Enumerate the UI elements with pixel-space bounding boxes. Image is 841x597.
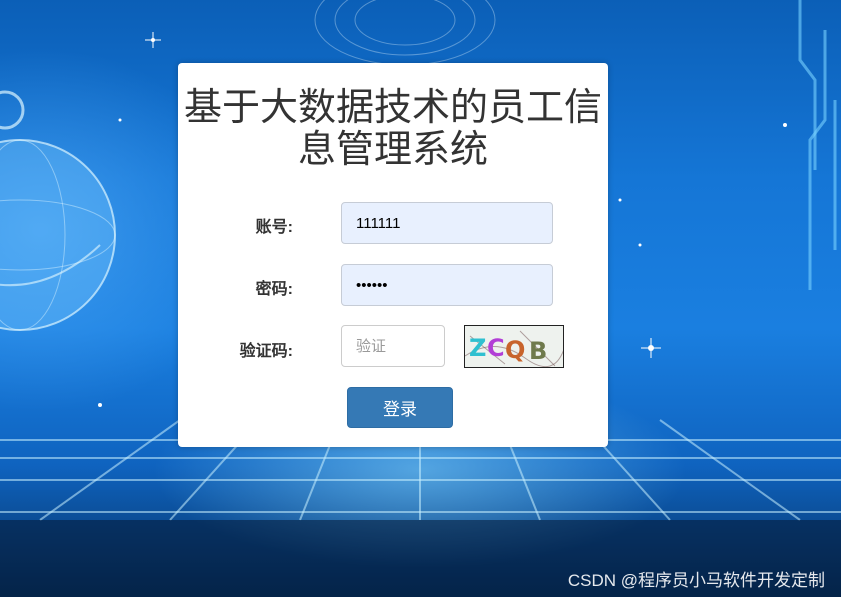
login-panel: 基于大数据技术的员工信 息管理系统 账号: 密码: 验证码: Z C Q B 登… (178, 63, 608, 447)
captcha-input[interactable] (341, 325, 445, 367)
page-title-line1: 基于大数据技术的员工信 (184, 87, 603, 129)
captcha-char-3: Q (505, 336, 525, 364)
captcha-char-1: Z (469, 334, 486, 362)
captcha-graphic: Z C Q B (465, 330, 563, 367)
globe-decoration (0, 90, 116, 331)
login-button[interactable]: 登录 (347, 387, 453, 428)
captcha-char-4: B (529, 337, 547, 365)
watermark: CSDN @程序员小马软件开发定制 (567, 571, 825, 590)
captcha-image[interactable]: Z C Q B (464, 325, 564, 368)
captcha-char-2: C (487, 334, 505, 362)
password-label: 密码: (255, 281, 293, 298)
password-input[interactable] (341, 264, 553, 306)
captcha-label: 验证码: (239, 343, 293, 360)
account-label: 账号: (255, 219, 293, 236)
account-input[interactable] (341, 202, 553, 244)
page-title-line2: 息管理系统 (297, 129, 488, 171)
page-title: 基于大数据技术的员工信 息管理系统 (184, 87, 602, 171)
